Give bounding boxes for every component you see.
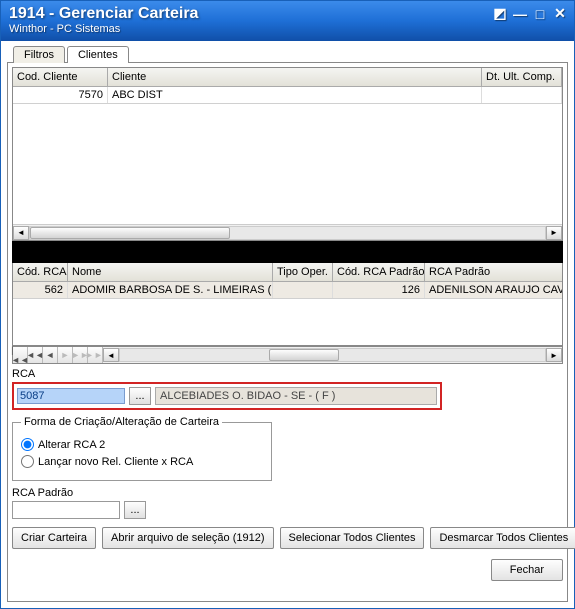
abrir-arquivo-button[interactable]: Abrir arquivo de seleção (1912) — [102, 527, 273, 549]
tabs: Filtros Clientes — [13, 45, 568, 62]
tab-filtros[interactable]: Filtros — [13, 46, 65, 63]
table-row[interactable]: 7570 ABC DIST — [13, 87, 562, 104]
cell-nome: ADOMIR BARBOSA DE S. - LIMEIRAS ( V ) — [68, 282, 273, 298]
criar-carteira-button[interactable]: Criar Carteira — [12, 527, 96, 549]
col-cod-cliente[interactable]: Cod. Cliente — [13, 68, 108, 86]
cell-rca-padrao: ADENILSON ARAUJO CAVA — [425, 282, 562, 298]
nav-prev-icon[interactable]: ◄ — [43, 347, 58, 363]
col-cod-rca-padrao[interactable]: Cód. RCA Padrão — [333, 263, 425, 281]
col-cliente[interactable]: Cliente — [108, 68, 482, 86]
scroll-right-icon[interactable]: ► — [546, 348, 562, 362]
radio-lancar-novo-label: Lançar novo Rel. Cliente x RCA — [38, 456, 193, 468]
divider-bar — [12, 241, 563, 263]
nav-last-icon[interactable]: ►►| — [88, 347, 103, 363]
cell-cod-rca-padrao: 126 — [333, 282, 425, 298]
minimize-icon[interactable]: — — [512, 6, 528, 22]
table-row[interactable]: 562 ADOMIR BARBOSA DE S. - LIMEIRAS ( V … — [13, 282, 562, 299]
rca-field-group: ... ALCEBIADES O. BIDAO - SE - ( F ) — [12, 382, 442, 410]
col-rca-padrao[interactable]: RCA Padrão — [425, 263, 562, 281]
cell-cod-cliente: 7570 — [13, 87, 108, 103]
rca-grid-hscroll[interactable]: ◄ ► — [103, 347, 562, 363]
col-cod-rca[interactable]: Cód. RCA — [13, 263, 68, 281]
desmarcar-todos-button[interactable]: Desmarcar Todos Clientes — [430, 527, 575, 549]
record-navigator: |◄◄ ◄◄ ◄ ► ►► ►►| ◄ ► — [12, 346, 563, 364]
col-dt-ult-comp[interactable]: Dt. Ult. Comp. — [482, 68, 562, 86]
cell-cod-rca: 562 — [13, 282, 68, 298]
tab-clientes[interactable]: Clientes — [67, 46, 129, 63]
titlebar: 1914 - Gerenciar Carteira Winthor - PC S… — [1, 1, 574, 41]
app-window: 1914 - Gerenciar Carteira Winthor - PC S… — [0, 0, 575, 609]
scroll-thumb[interactable] — [269, 349, 339, 361]
radio-alterar-rca2-label: Alterar RCA 2 — [38, 439, 105, 451]
clientes-grid-header: Cod. Cliente Cliente Dt. Ult. Comp. — [13, 68, 562, 87]
rca-lookup-button[interactable]: ... — [129, 387, 151, 405]
rca-padrao-label: RCA Padrão — [12, 487, 563, 499]
cell-cliente: ABC DIST — [108, 87, 482, 103]
rca-code-input[interactable] — [17, 388, 125, 404]
radio-alterar-rca2[interactable] — [21, 438, 34, 451]
rca-padrao-code-input[interactable] — [12, 501, 120, 519]
close-icon[interactable]: ✕ — [552, 5, 568, 22]
selecionar-todos-button[interactable]: Selecionar Todos Clientes — [280, 527, 425, 549]
rca-padrao-group: RCA Padrão ... — [12, 487, 563, 519]
scroll-left-icon[interactable]: ◄ — [13, 226, 29, 240]
content-area: Filtros Clientes Cod. Cliente Cliente Dt… — [1, 41, 574, 608]
col-tipo-oper[interactable]: Tipo Oper. — [273, 263, 333, 281]
clientes-grid-body: 7570 ABC DIST — [13, 87, 562, 224]
radio-lancar-novo-row[interactable]: Lançar novo Rel. Cliente x RCA — [21, 455, 263, 468]
radio-alterar-rca2-row[interactable]: Alterar RCA 2 — [21, 438, 263, 451]
scroll-track[interactable] — [29, 226, 546, 240]
col-nome[interactable]: Nome — [68, 263, 273, 281]
scroll-thumb[interactable] — [30, 227, 230, 239]
nav-prevpage-icon[interactable]: ◄◄ — [28, 347, 43, 363]
rca-grid: Cód. RCA Nome Tipo Oper. Cód. RCA Padrão… — [12, 263, 563, 346]
restore-icon[interactable]: ◩ — [492, 5, 508, 22]
rca-grid-body: 562 ADOMIR BARBOSA DE S. - LIMEIRAS ( V … — [13, 282, 562, 345]
clientes-grid-hscroll[interactable]: ◄ ► — [13, 224, 562, 240]
rca-name-display: ALCEBIADES O. BIDAO - SE - ( F ) — [155, 387, 437, 405]
tabpage-clientes: Cod. Cliente Cliente Dt. Ult. Comp. 7570… — [7, 62, 568, 602]
window-controls: ◩ — □ ✕ — [492, 5, 568, 22]
scroll-left-icon[interactable]: ◄ — [103, 348, 119, 362]
grid-empty-space — [13, 104, 562, 224]
window-title: 1914 - Gerenciar Carteira — [9, 5, 566, 23]
radio-lancar-novo[interactable] — [21, 455, 34, 468]
forma-legend: Forma de Criação/Alteração de Carteira — [21, 416, 222, 428]
window-subtitle: Winthor - PC Sistemas — [9, 23, 566, 35]
button-row: Criar Carteira Abrir arquivo de seleção … — [12, 527, 563, 549]
cell-tipo-oper — [273, 282, 333, 298]
grid-empty-space — [13, 299, 562, 345]
fechar-button[interactable]: Fechar — [491, 559, 563, 581]
rca-label: RCA — [12, 368, 563, 380]
scroll-track[interactable] — [119, 348, 546, 362]
scroll-right-icon[interactable]: ► — [546, 226, 562, 240]
forma-criacao-fieldset: Forma de Criação/Alteração de Carteira A… — [12, 416, 272, 481]
close-row: Fechar — [12, 559, 563, 581]
rca-padrao-lookup-button[interactable]: ... — [124, 501, 146, 519]
clientes-grid: Cod. Cliente Cliente Dt. Ult. Comp. 7570… — [12, 67, 563, 241]
rca-grid-header: Cód. RCA Nome Tipo Oper. Cód. RCA Padrão… — [13, 263, 562, 282]
cell-dt-ult-comp — [482, 87, 562, 103]
maximize-icon[interactable]: □ — [532, 6, 548, 22]
